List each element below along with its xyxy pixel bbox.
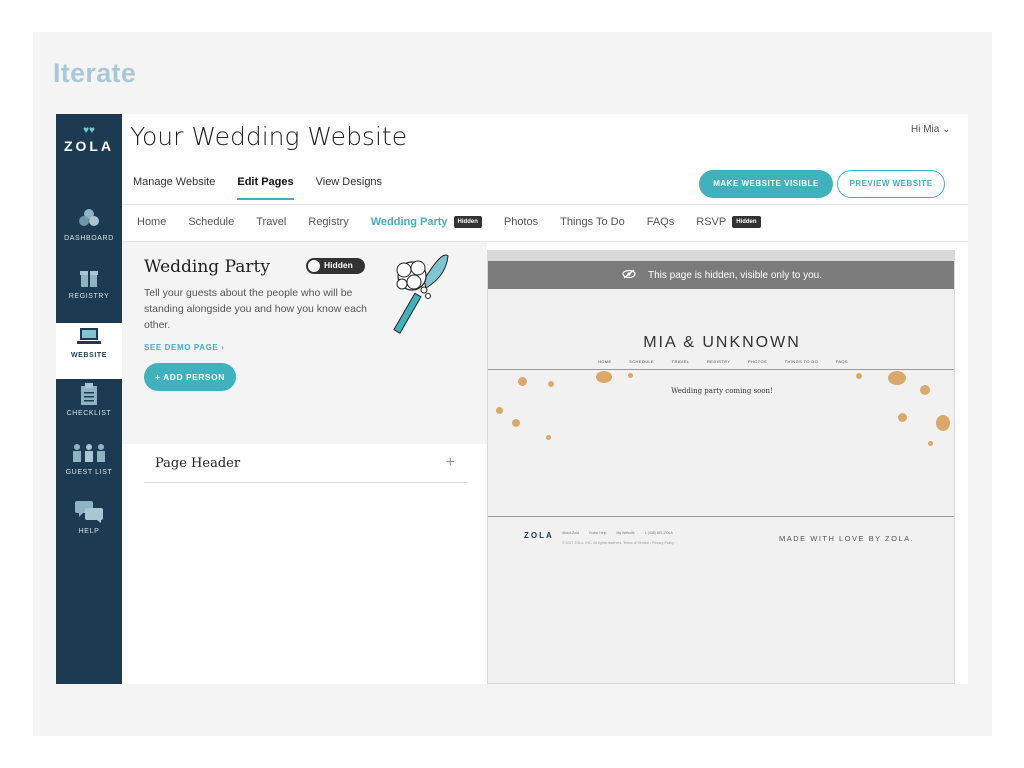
page-header-accordion[interactable]: Page Header + [144, 454, 467, 483]
section-editor-panel: Wedding Party Hidden Tell your guests ab… [122, 242, 487, 444]
footer-link[interactable]: Guest Help [589, 531, 607, 535]
subnav-item-home[interactable]: Home [137, 216, 166, 228]
sidebar-item-dashboard[interactable]: DASHBOARD [56, 206, 122, 262]
gold-splatter [496, 407, 503, 414]
made-with-love-text: MADE WITH LOVE BY ZOLA. [779, 534, 915, 543]
gold-splatter [856, 373, 862, 379]
gold-splatter [928, 441, 933, 446]
page-title: Your Wedding Website [130, 122, 408, 151]
preview-footer-divider [488, 516, 954, 517]
subnav-item-registry[interactable]: Registry [308, 216, 348, 228]
preview-nav-item[interactable]: FAQS [836, 359, 848, 364]
chat-icon [56, 499, 122, 525]
gift-icon [56, 264, 122, 290]
see-demo-page-link[interactable]: SEE DEMO PAGE › [144, 343, 224, 352]
hidden-notice-bar: This page is hidden, visible only to you… [488, 261, 954, 289]
people-icon [56, 440, 122, 466]
footer-links: About Zola Guest Help My Website 1 (408)… [562, 531, 673, 535]
preview-nav-item[interactable]: THINGS TO DO [785, 359, 819, 364]
subnav-item-things-to-do[interactable]: Things To Do [560, 216, 625, 228]
zola-logo[interactable]: ♥♥ ZOLA [56, 125, 122, 155]
preview-frame-top [488, 251, 954, 261]
subnav-item-photos[interactable]: Photos [504, 216, 538, 228]
footer-copyright: © 2017 ZOLA, INC. All rights reserved. T… [562, 541, 674, 545]
footer-link[interactable]: About Zola [562, 531, 579, 535]
footer-link[interactable]: My Website [616, 531, 634, 535]
section-title: Wedding Party [144, 257, 270, 277]
laptop-icon [56, 323, 122, 349]
section-description: Tell your guests about the people who wi… [144, 287, 367, 331]
dashboard-icon [56, 206, 122, 232]
gold-splatter [512, 419, 520, 427]
tab-view-designs[interactable]: View Designs [316, 176, 382, 200]
chevron-down-icon: ⌄ [942, 124, 951, 135]
preview-nav-item[interactable]: REGISTRY [707, 359, 731, 364]
gold-splatter [936, 415, 950, 431]
hidden-badge: Hidden [453, 216, 482, 228]
preview-nav-item[interactable]: SCHEDULE [629, 359, 654, 364]
slide-title: Iterate [53, 58, 137, 88]
add-person-button[interactable]: + ADD PERSON [144, 363, 236, 391]
header-tabs: Manage Website Edit Pages View Designs [133, 176, 404, 200]
subnav-item-travel[interactable]: Travel [256, 216, 286, 228]
couple-name: MIA & UNKNOWN [643, 334, 801, 351]
hidden-badge: Hidden [732, 216, 761, 228]
sidebar-item-registry[interactable]: REGISTRY [56, 264, 122, 320]
sidebar-item-help[interactable]: HELP [56, 499, 122, 555]
page-header-label: Page Header [155, 456, 241, 471]
preview-page: MIA & UNKNOWN HOME SCHEDULE TRAVEL REGIS… [488, 289, 954, 683]
footer-link[interactable]: 1 (408) 651-ZOLA [645, 531, 673, 535]
slide: Iterate ♥♥ ZOLA DASHBOARD REGISTRY WEBSI… [33, 32, 992, 736]
preview-nav-item[interactable]: PHOTOS [748, 359, 767, 364]
visibility-toggle[interactable]: Hidden [306, 258, 365, 274]
user-menu[interactable]: Hi Mia ⌄ [911, 124, 951, 135]
make-website-visible-button[interactable]: MAKE WEBSITE VISIBLE [699, 170, 833, 198]
sidebar-item-checklist[interactable]: CHECKLIST [56, 381, 122, 437]
gold-splatter [888, 371, 906, 385]
gold-splatter [596, 371, 612, 383]
website-preview: This page is hidden, visible only to you… [487, 250, 955, 684]
coming-soon-text: Wedding party coming soon! [671, 387, 773, 395]
subnav-item-schedule[interactable]: Schedule [188, 216, 234, 228]
sidebar-item-guest-list[interactable]: GUEST LIST [56, 440, 122, 496]
tab-manage-website[interactable]: Manage Website [133, 176, 215, 200]
preview-divider [488, 369, 954, 370]
subnav-item-wedding-party[interactable]: Wedding Party Hidden [371, 216, 482, 228]
preview-nav-item[interactable]: HOME [598, 359, 612, 364]
subnav-item-rsvp[interactable]: RSVP Hidden [696, 216, 761, 228]
eye-slash-icon [622, 269, 636, 282]
gold-splatter [898, 413, 907, 422]
preview-nav-item[interactable]: TRAVEL [672, 359, 690, 364]
header-divider [122, 204, 968, 205]
gold-splatter [518, 377, 527, 386]
tab-edit-pages[interactable]: Edit Pages [237, 176, 294, 200]
footer-logo[interactable]: ZOLA [524, 531, 554, 540]
clipboard-icon [56, 381, 122, 407]
app-window: ♥♥ ZOLA DASHBOARD REGISTRY WEBSITE CHECK… [56, 114, 968, 684]
preview-nav: HOME SCHEDULE TRAVEL REGISTRY PHOTOS THI… [598, 359, 848, 364]
page-subnav: Home Schedule Travel Registry Wedding Pa… [137, 216, 783, 228]
toggle-knob [308, 260, 320, 272]
plus-icon[interactable]: + [446, 454, 455, 472]
sidebar-item-website[interactable]: WEBSITE [56, 323, 122, 379]
gold-splatter [628, 373, 633, 378]
boutonniere-illustration [393, 254, 449, 334]
hearts-icon: ♥♥ [83, 125, 95, 136]
gold-splatter [546, 435, 551, 440]
subnav-item-faqs[interactable]: FAQs [647, 216, 675, 228]
preview-website-button[interactable]: PREVIEW WEBSITE [837, 170, 945, 198]
sidebar: ♥♥ ZOLA DASHBOARD REGISTRY WEBSITE CHECK… [56, 114, 122, 684]
